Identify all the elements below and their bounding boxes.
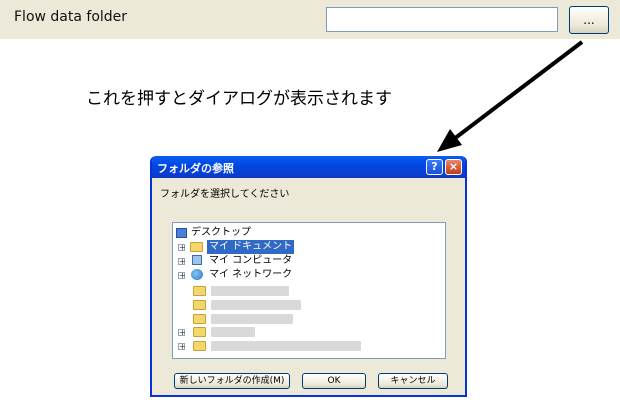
tree-label: マイ ドキュメント (207, 240, 295, 254)
ok-button[interactable]: OK (302, 373, 366, 389)
expand-icon[interactable]: + (178, 272, 186, 280)
expand-icon[interactable]: + (178, 343, 186, 351)
expand-icon[interactable]: + (178, 258, 186, 266)
network-icon (191, 269, 203, 280)
documents-folder-icon (190, 242, 203, 252)
dialog-titlebar[interactable]: フォルダの参照 ? × (152, 156, 465, 178)
tree-label: デスクトップ (191, 227, 251, 238)
folder-icon (193, 300, 206, 310)
folder-icon (193, 341, 206, 351)
folder-tree[interactable]: デスクトップ + マイ ドキュメント + マイ コンピュータ + マイ ネットワ… (172, 222, 446, 359)
redacted-folder-name (211, 341, 361, 351)
dialog-title: フォルダの参照 (157, 162, 234, 175)
redacted-folder-name (211, 314, 293, 324)
close-button[interactable]: × (445, 159, 462, 175)
folder-icon (193, 286, 206, 296)
redacted-folder-name (211, 300, 301, 310)
redacted-folder-name (211, 327, 255, 337)
help-button[interactable]: ? (426, 159, 443, 175)
tree-label: マイ コンピュータ (209, 255, 293, 266)
new-folder-button[interactable]: 新しいフォルダの作成(M) (174, 373, 290, 389)
dialog-instruction: フォルダを選択してください (160, 189, 290, 200)
expand-icon[interactable]: + (178, 329, 186, 337)
computer-icon (192, 255, 202, 265)
page: Flow data folder ... これを押すとダイアログが表示されます … (0, 0, 620, 403)
folder-icon (193, 314, 206, 324)
cancel-button[interactable]: キャンセル (378, 373, 448, 389)
desktop-icon (176, 228, 187, 238)
tree-label: マイ ネットワーク (209, 269, 293, 280)
redacted-folder-name (211, 286, 289, 296)
folder-icon (193, 327, 206, 337)
browse-folder-dialog: フォルダの参照 ? × フォルダを選択してください デスクトップ + マイ ドキ… (150, 156, 467, 397)
expand-icon[interactable]: + (178, 244, 186, 252)
